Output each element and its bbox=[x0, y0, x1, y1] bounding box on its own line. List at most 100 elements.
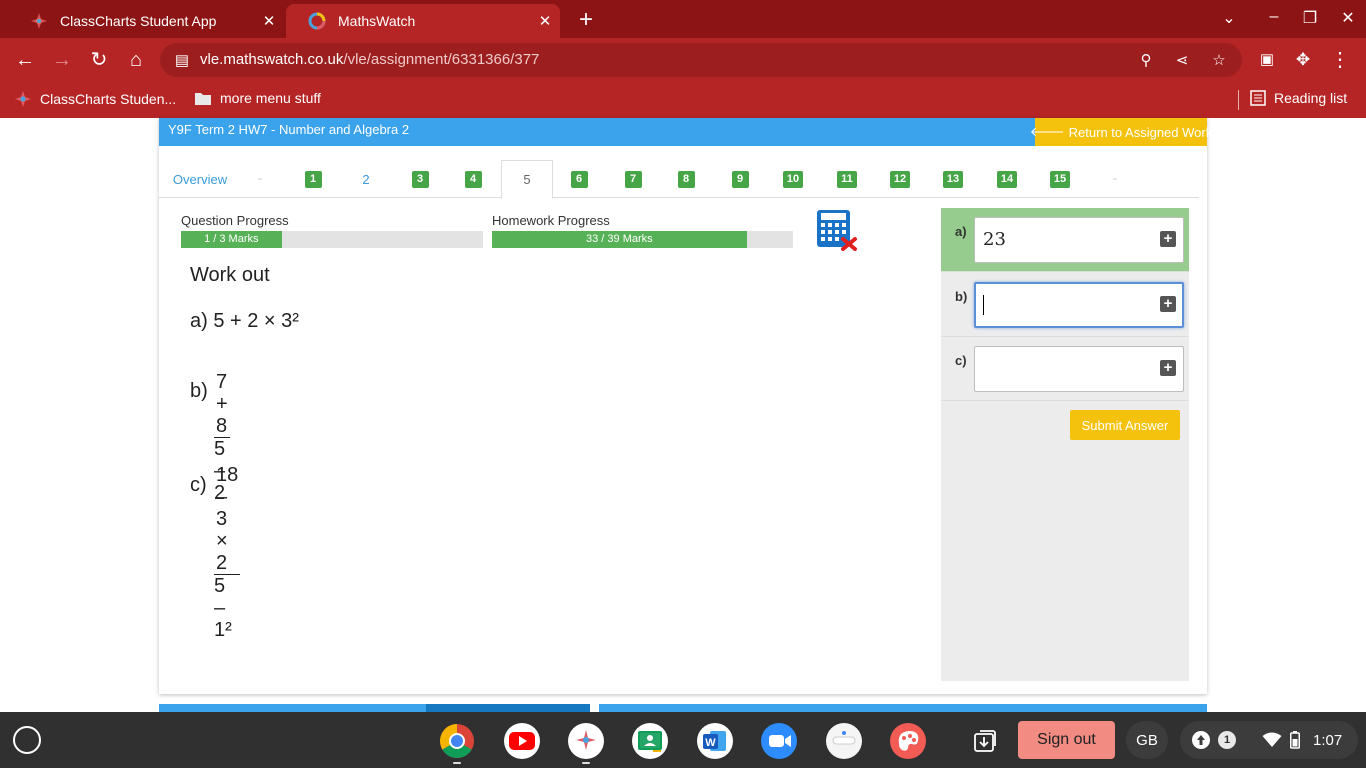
classcharts-favicon-icon bbox=[30, 12, 48, 30]
answer-row-a: a) 23 + bbox=[941, 208, 1189, 272]
tab-search-chevron-icon[interactable]: ⌄ bbox=[1217, 8, 1241, 28]
tab-title: ClassCharts Student App bbox=[60, 13, 217, 29]
microsoft-word-app-icon[interactable]: W bbox=[696, 722, 734, 760]
close-tab-icon[interactable]: ✕ bbox=[254, 12, 284, 30]
footer-strip bbox=[159, 704, 590, 712]
tab-question-10[interactable]: 10 bbox=[780, 160, 806, 198]
page-viewport: Y9F Term 2 HW7 - Number and Algebra 2 🡐 … bbox=[0, 118, 1366, 712]
reload-icon[interactable]: ↻ bbox=[86, 48, 112, 72]
text-caret bbox=[983, 295, 984, 315]
fraction-numerator: 18 – 3 × 2 bbox=[214, 464, 241, 575]
status-tray[interactable]: 1 1:07 bbox=[1180, 721, 1358, 759]
youtube-app-icon[interactable] bbox=[503, 722, 541, 760]
tab-question-5[interactable]: 5 bbox=[501, 160, 553, 199]
running-indicator bbox=[582, 762, 590, 764]
plus-square-icon[interactable]: + bbox=[1160, 231, 1176, 247]
bookmark-classcharts[interactable]: ClassCharts Studen... bbox=[14, 90, 176, 108]
tab-separator bbox=[1113, 178, 1117, 180]
answer-row-c: c) + bbox=[941, 337, 1189, 401]
homework-header: Y9F Term 2 HW7 - Number and Algebra 2 🡐 … bbox=[159, 118, 1212, 146]
clock-time: 1:07 bbox=[1313, 731, 1343, 749]
fraction-numerator: 7 + 8 bbox=[214, 371, 230, 438]
close-window-icon[interactable]: ✕ bbox=[1336, 8, 1360, 28]
browser-toolbar: ← → ↻ ⌂ ▤ vle.mathswatch.co.uk/vle/assig… bbox=[0, 38, 1366, 82]
tab-separator bbox=[258, 178, 262, 180]
bookmark-folder-more-menu-stuff[interactable]: more menu stuff bbox=[194, 90, 321, 106]
google-classroom-app-icon[interactable] bbox=[631, 722, 669, 760]
tab-question-7[interactable]: 7 bbox=[620, 160, 646, 198]
address-bar[interactable]: ▤ vle.mathswatch.co.uk/vle/assignment/63… bbox=[160, 43, 1242, 77]
question-progress-label: Question Progress bbox=[181, 213, 289, 228]
tab-question-4[interactable]: 4 bbox=[460, 160, 486, 198]
extension-card-icon[interactable]: ▣ bbox=[1254, 48, 1280, 72]
sign-out-button[interactable]: Sign out bbox=[1018, 721, 1115, 759]
tab-classcharts[interactable]: ClassCharts Student App ✕ bbox=[8, 4, 284, 38]
question-progress-bar: 1 / 3 Marks bbox=[181, 231, 483, 248]
homework-progress-text: 33 / 39 Marks bbox=[586, 233, 653, 245]
classcharts-app-icon[interactable] bbox=[567, 722, 605, 760]
tab-question-13[interactable]: 13 bbox=[940, 160, 966, 198]
tab-question-3[interactable]: 3 bbox=[407, 160, 433, 198]
answer-label: a) bbox=[955, 224, 967, 239]
plus-square-icon[interactable]: + bbox=[1160, 360, 1176, 376]
answer-input-c[interactable]: + bbox=[974, 346, 1184, 392]
tab-question-1[interactable]: 1 bbox=[300, 160, 326, 198]
classcharts-favicon-icon bbox=[14, 90, 32, 108]
close-tab-icon[interactable]: ✕ bbox=[530, 12, 560, 30]
restore-window-icon[interactable]: ❐ bbox=[1298, 8, 1322, 28]
paint-palette-app-icon[interactable] bbox=[889, 722, 927, 760]
forward-arrow-icon[interactable]: → bbox=[49, 48, 75, 72]
answer-panel: a) 23 + b) + c) + Submit Answer bbox=[941, 208, 1189, 681]
tab-title: MathsWatch bbox=[338, 13, 416, 29]
google-search-app-icon[interactable] bbox=[825, 722, 863, 760]
site-info-icon[interactable]: ▤ bbox=[172, 51, 192, 71]
running-indicator bbox=[453, 762, 461, 764]
mathswatch-favicon-icon bbox=[308, 12, 326, 30]
question-part-a: a) 5 + 2 × 3² bbox=[190, 310, 299, 332]
tab-question-12[interactable]: 12 bbox=[887, 160, 913, 198]
homework-title: Y9F Term 2 HW7 - Number and Algebra 2 bbox=[168, 122, 410, 137]
question-heading: Work out bbox=[190, 264, 270, 286]
reading-list-label: Reading list bbox=[1274, 90, 1348, 106]
extensions-puzzle-icon[interactable]: ✥ bbox=[1290, 48, 1316, 72]
zoom-magnifier-icon[interactable]: ⚲ bbox=[1136, 51, 1156, 71]
answer-row-b: b) + bbox=[941, 273, 1189, 337]
homework-progress-bar: 33 / 39 Marks bbox=[492, 231, 793, 248]
tab-question-14[interactable]: 14 bbox=[994, 160, 1020, 198]
tab-question-6[interactable]: 6 bbox=[566, 160, 592, 198]
new-tab-plus-icon[interactable]: + bbox=[573, 6, 599, 34]
footer-strip bbox=[599, 704, 1207, 712]
answer-input-a[interactable]: 23 + bbox=[974, 217, 1184, 263]
zoom-app-icon[interactable] bbox=[760, 722, 798, 760]
launcher-circle-icon[interactable] bbox=[13, 726, 41, 754]
reading-list-button[interactable]: Reading list bbox=[1250, 90, 1347, 106]
tab-overview[interactable]: Overview bbox=[169, 160, 231, 198]
tab-question-2[interactable]: 2 bbox=[353, 160, 379, 198]
url-text[interactable]: vle.mathswatch.co.uk/vle/assignment/6331… bbox=[200, 51, 539, 68]
submit-answer-button[interactable]: Submit Answer bbox=[1070, 410, 1180, 440]
share-icon[interactable]: ⋖ bbox=[1172, 51, 1192, 71]
answer-input-b[interactable]: + bbox=[974, 282, 1184, 328]
return-to-assigned-work-button[interactable]: 🡐 Return to Assigned Work bbox=[1030, 118, 1212, 146]
tab-question-9[interactable]: 9 bbox=[727, 160, 753, 198]
tab-question-8[interactable]: 8 bbox=[673, 160, 699, 198]
home-icon[interactable]: ⌂ bbox=[123, 48, 149, 72]
browser-tab-strip: ClassCharts Student App ✕ MathsWatch ✕ +… bbox=[0, 0, 1366, 38]
bookmarks-divider bbox=[1238, 90, 1239, 110]
arrow-left-icon: 🡐 bbox=[1029, 124, 1065, 139]
minimize-icon[interactable]: – bbox=[1262, 8, 1286, 26]
bookmark-star-icon[interactable]: ☆ bbox=[1209, 51, 1229, 71]
back-arrow-icon[interactable]: ← bbox=[12, 48, 38, 72]
reading-list-icon bbox=[1250, 90, 1266, 106]
tab-question-11[interactable]: 11 bbox=[834, 160, 860, 198]
more-menu-icon[interactable]: ⋮ bbox=[1327, 48, 1353, 72]
tote-download-icon[interactable] bbox=[972, 728, 998, 754]
keyboard-layout-indicator[interactable]: GB bbox=[1126, 721, 1168, 759]
answer-label: c) bbox=[955, 353, 967, 368]
chrome-app-icon[interactable] bbox=[438, 722, 476, 760]
question-part-c-label: c) bbox=[190, 474, 207, 496]
tab-mathswatch[interactable]: MathsWatch ✕ bbox=[286, 4, 560, 38]
tab-question-15[interactable]: 15 bbox=[1047, 160, 1073, 198]
plus-square-icon[interactable]: + bbox=[1160, 296, 1176, 312]
answer-label: b) bbox=[955, 289, 968, 304]
